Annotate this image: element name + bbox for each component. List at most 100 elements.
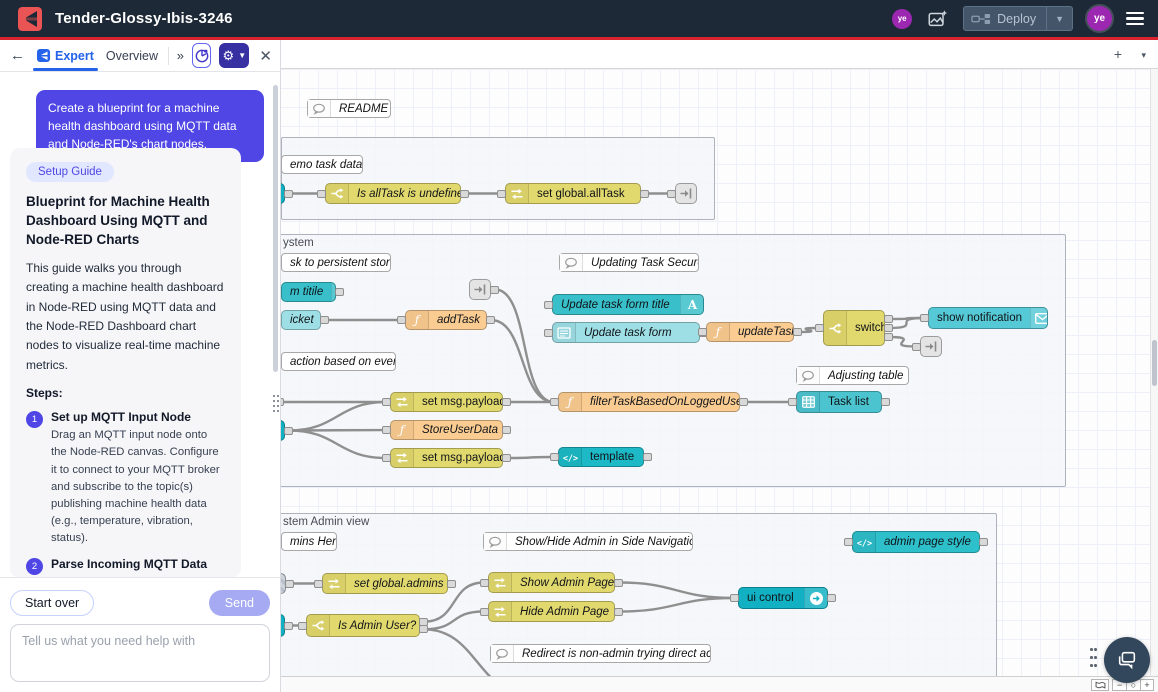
widget-drag-handle[interactable]: [1090, 648, 1102, 672]
comment-node[interactable]: emo task data: [281, 155, 363, 174]
send-button[interactable]: Send: [209, 590, 270, 616]
node-notif[interactable]: show notification: [928, 307, 1048, 329]
port[interactable]: [827, 594, 836, 602]
port[interactable]: [284, 190, 293, 198]
node-hideadmin[interactable]: Hide Admin Page: [488, 601, 615, 622]
port[interactable]: [502, 454, 511, 462]
settings-dropdown-button[interactable]: ⚙▼: [219, 43, 249, 68]
team-avatar[interactable]: ye: [892, 9, 912, 29]
node-updatetask[interactable]: ƒupdateTask: [706, 322, 794, 342]
port[interactable]: [979, 538, 988, 546]
node-filter[interactable]: ƒfilterTaskBasedOnLoggedUser: [558, 392, 740, 412]
more-tabs-chevrons[interactable]: »: [177, 48, 184, 63]
port[interactable]: [298, 622, 307, 630]
port[interactable]: [314, 580, 323, 588]
back-arrow-icon[interactable]: ←: [8, 47, 27, 64]
node-addtask[interactable]: ƒaddTask: [405, 310, 487, 330]
port[interactable]: [544, 329, 553, 337]
flow-list-caret-icon[interactable]: ▾: [1141, 50, 1146, 61]
canvas-vertical-scrollbar[interactable]: [1150, 69, 1158, 676]
deploy-caret-icon[interactable]: ▼: [1046, 7, 1072, 30]
help-input[interactable]: [10, 624, 270, 682]
port[interactable]: [480, 608, 489, 616]
link-node[interactable]: [675, 183, 697, 204]
close-panel-icon[interactable]: ✕: [259, 47, 272, 65]
port[interactable]: [480, 579, 489, 587]
port[interactable]: [739, 398, 748, 406]
node-group[interactable]: [281, 137, 715, 220]
panel-resize-grip[interactable]: [272, 395, 279, 415]
port[interactable]: [335, 288, 344, 296]
start-over-button[interactable]: Start over: [10, 590, 94, 616]
comment-node[interactable]: mins Here: [281, 532, 337, 551]
node-isalltask[interactable]: Is allTask is undefined: [325, 183, 461, 204]
zoom-in-button[interactable]: +: [1140, 679, 1154, 691]
port[interactable]: [460, 190, 469, 198]
port[interactable]: [382, 398, 391, 406]
node-isadmin[interactable]: Is Admin User?: [306, 614, 420, 637]
port[interactable]: [550, 453, 559, 461]
port[interactable]: [502, 426, 511, 434]
port[interactable]: [920, 314, 929, 322]
node-setglobalalltask[interactable]: set global.allTask: [505, 183, 641, 204]
port[interactable]: [382, 426, 391, 434]
minimap-button[interactable]: [1091, 679, 1109, 691]
support-chat-button[interactable]: [1104, 637, 1150, 683]
node-ticket[interactable]: icket: [281, 310, 321, 330]
comment-node[interactable]: action based on event: [281, 352, 396, 371]
port[interactable]: [284, 622, 293, 630]
port[interactable]: [640, 190, 649, 198]
port[interactable]: [285, 580, 294, 588]
panel-scrollbar-thumb[interactable]: [273, 85, 278, 372]
flow-canvas[interactable]: ystemstem Admin viewREADMEemo task datas…: [280, 69, 1150, 676]
port[interactable]: [550, 398, 559, 406]
port[interactable]: [884, 324, 893, 332]
port[interactable]: [284, 427, 293, 435]
port[interactable]: [447, 580, 456, 588]
node-adminstyle[interactable]: </>admin page style: [852, 531, 980, 553]
comment-node[interactable]: Updating Task Securely: [559, 253, 699, 272]
port[interactable]: [419, 625, 428, 633]
port[interactable]: [502, 398, 511, 406]
tab-overview[interactable]: Overview: [104, 40, 160, 71]
port[interactable]: [788, 398, 797, 406]
port[interactable]: [815, 324, 824, 332]
port[interactable]: [793, 328, 802, 336]
comment-node[interactable]: Redirect is non-admin trying direct acce…: [490, 644, 711, 663]
link-node[interactable]: [920, 336, 942, 357]
node-showadmin[interactable]: Show Admin Page: [488, 572, 615, 593]
comment-node[interactable]: sk to persistent storage: [281, 253, 391, 272]
tab-expert[interactable]: Expert: [35, 40, 96, 71]
node-store[interactable]: ƒStoreUserData: [390, 420, 503, 440]
port[interactable]: [490, 286, 499, 294]
port[interactable]: [643, 453, 652, 461]
port[interactable]: [698, 328, 707, 336]
comment-node[interactable]: Adjusting table: [796, 366, 909, 385]
port[interactable]: [844, 538, 853, 546]
node-updtitle[interactable]: Update task form titleA: [552, 294, 704, 315]
node-switchnode[interactable]: switch: [823, 310, 885, 346]
node-tasklist[interactable]: Task list: [796, 391, 882, 413]
comment-node[interactable]: README: [307, 99, 391, 118]
node-template[interactable]: </>template: [558, 447, 644, 467]
port[interactable]: [614, 608, 623, 616]
port[interactable]: [667, 190, 676, 198]
node-setmsg1[interactable]: set msg.payload: [390, 392, 503, 412]
dashboard-pie-button[interactable]: [192, 43, 211, 68]
port[interactable]: [614, 579, 623, 587]
node-setmsg2[interactable]: set msg.payload: [390, 448, 503, 468]
port[interactable]: [881, 398, 890, 406]
comment-node[interactable]: Show/Hide Admin in Side Navigation: [483, 532, 693, 551]
port[interactable]: [544, 301, 553, 309]
deploy-button[interactable]: Deploy ▼: [963, 6, 1073, 31]
port[interactable]: [884, 315, 893, 323]
node-uicontrol[interactable]: ui control: [738, 587, 828, 609]
scrollbar-thumb[interactable]: [1152, 340, 1157, 386]
link-node[interactable]: [469, 279, 491, 300]
ai-assistant-icon[interactable]: [926, 8, 949, 30]
port[interactable]: [730, 594, 739, 602]
port[interactable]: [497, 190, 506, 198]
port[interactable]: [382, 454, 391, 462]
node-formtitle[interactable]: m titileA: [281, 282, 336, 302]
node-updform[interactable]: Update task form: [552, 322, 700, 343]
